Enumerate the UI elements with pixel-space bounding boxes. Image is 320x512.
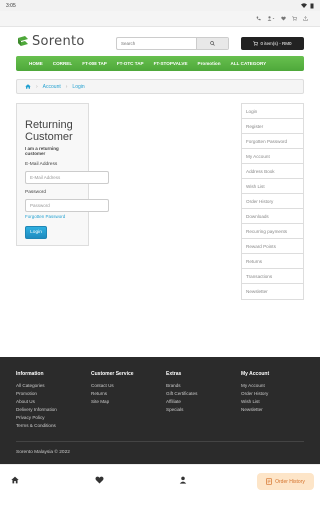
system-nav-bar <box>0 496 320 512</box>
breadcrumb-separator-icon: › <box>65 83 68 90</box>
footer-link[interactable]: Site Map <box>91 398 134 406</box>
order-history-button[interactable]: Order History <box>257 473 314 490</box>
footer-copyright: Sorento Malaysia © 2022 <box>16 450 70 455</box>
battery-icon <box>310 3 314 8</box>
nav-item-correl[interactable]: CORREL <box>48 61 77 66</box>
sidebar-item-address-book[interactable]: Address Book <box>242 164 303 179</box>
heart-icon[interactable] <box>95 476 104 484</box>
footer-link[interactable]: My Account <box>241 382 269 390</box>
breadcrumb-separator-icon: › <box>36 83 38 90</box>
search-box <box>116 37 229 50</box>
cart-icon[interactable] <box>292 16 297 21</box>
app-bottom-bar: Order History <box>0 464 320 496</box>
sidebar-item-order-history[interactable]: Order History <box>242 194 303 209</box>
footer-link[interactable]: Privacy Policy <box>16 414 57 422</box>
breadcrumb-login[interactable]: Login <box>72 84 84 90</box>
top-utility-bar <box>0 11 320 27</box>
breadcrumb-account[interactable]: Account <box>43 84 61 90</box>
footer-divider <box>16 441 304 442</box>
home-icon[interactable] <box>25 84 31 89</box>
password-label: Password <box>25 190 47 195</box>
footer-column-my-account: My Account My Account Order History Wish… <box>241 371 269 414</box>
sidebar-item-transactions[interactable]: Transactions <box>242 269 303 284</box>
sidebar-item-forgotten-password[interactable]: Forgotten Password <box>242 134 303 149</box>
cart-icon <box>253 41 259 46</box>
logo-mark-icon <box>18 35 28 46</box>
footer-heading: My Account <box>241 371 270 377</box>
footer-link[interactable]: Gift Certificates <box>166 390 197 398</box>
search-input[interactable] <box>117 38 196 49</box>
status-bar: 3:05 <box>0 0 320 11</box>
nav-item-home[interactable]: HOME <box>24 61 48 66</box>
footer-link[interactable]: All Categories <box>16 382 57 390</box>
site-header: Sorento 0 item(s) - RM0 <box>0 30 320 56</box>
footer-link[interactable]: Newsletter <box>241 406 269 414</box>
footer-link[interactable]: Order History <box>241 390 269 398</box>
logo-text: Sorento <box>32 34 85 49</box>
account-sidebar: Login Register Forgotten Password My Acc… <box>241 103 304 300</box>
nav-item-ft-otc-tap[interactable]: FT-OTC TAP <box>112 61 149 66</box>
sidebar-item-recurring-payments[interactable]: Recurring payments <box>242 224 303 239</box>
footer-heading: Customer Service <box>91 371 134 377</box>
cart-button[interactable]: 0 item(s) - RM0 <box>241 37 304 50</box>
cart-label: 0 item(s) - RM0 <box>260 41 292 46</box>
footer-link[interactable]: Affiliate <box>166 398 197 406</box>
user-icon[interactable] <box>179 476 187 484</box>
order-history-label: Order History <box>275 478 305 485</box>
sidebar-item-downloads[interactable]: Downloads <box>242 209 303 224</box>
nav-item-ft-stopvalve[interactable]: FT-STOPVALVE <box>149 61 193 66</box>
receipt-icon <box>266 478 272 485</box>
footer-column-information: Information All Categories Promotion Abo… <box>16 371 57 430</box>
share-icon[interactable] <box>303 16 308 21</box>
footer-link[interactable]: Contact Us <box>91 382 134 390</box>
login-subtitle: I am a returning customer <box>25 146 59 156</box>
breadcrumb: › Account › Login <box>16 79 304 94</box>
footer-column-extras: Extras Brands Gift Certificates Affiliat… <box>166 371 197 414</box>
email-field[interactable]: E-Mail Address <box>25 171 109 184</box>
footer-column-customer-service: Customer Service Contact Us Returns Site… <box>91 371 134 406</box>
home-icon[interactable] <box>11 476 19 484</box>
nav-item-all-category[interactable]: ALL CATEGORY <box>226 61 272 66</box>
login-title: Returning Customer <box>25 119 73 143</box>
footer-heading: Extras <box>166 371 182 377</box>
footer-link[interactable]: Terms & Conditions <box>16 422 57 430</box>
nav-item-ft-008-tap[interactable]: FT-008 TAP <box>77 61 112 66</box>
search-button[interactable] <box>196 38 228 49</box>
status-time: 3:05 <box>6 2 16 9</box>
password-field[interactable]: Password <box>25 199 109 212</box>
search-icon <box>210 41 215 46</box>
user-icon[interactable] <box>267 16 275 21</box>
returning-customer-panel: Returning Customer I am a returning cust… <box>16 103 109 246</box>
sidebar-item-newsletter[interactable]: Newsletter <box>242 284 303 299</box>
footer-link[interactable]: Brands <box>166 382 197 390</box>
sidebar-item-returns[interactable]: Returns <box>242 254 303 269</box>
footer-link[interactable]: Returns <box>91 390 134 398</box>
login-button[interactable]: Login <box>25 226 47 239</box>
footer-link[interactable]: Specials <box>166 406 197 414</box>
sidebar-item-wish-list[interactable]: Wish List <box>242 179 303 194</box>
footer-link[interactable]: Promotion <box>16 390 57 398</box>
heart-icon[interactable] <box>281 16 286 21</box>
sidebar-item-my-account[interactable]: My Account <box>242 149 303 164</box>
footer-link[interactable]: About Us <box>16 398 57 406</box>
forgotten-password-link[interactable]: Forgotten Password <box>25 214 80 219</box>
footer-link[interactable]: Wish List <box>241 398 269 406</box>
footer-link[interactable]: Delivery Information <box>16 406 57 414</box>
sidebar-item-register[interactable]: Register <box>242 119 303 134</box>
wifi-icon <box>301 3 307 8</box>
phone-icon[interactable] <box>256 16 261 21</box>
footer-heading: Information <box>16 371 44 377</box>
sidebar-item-login[interactable]: Login <box>242 104 303 119</box>
site-logo[interactable]: Sorento <box>16 34 85 49</box>
status-icons <box>301 3 314 9</box>
site-footer: Information All Categories Promotion Abo… <box>0 357 320 464</box>
nav-item-promotion[interactable]: Promotion <box>193 61 226 66</box>
main-nav: HOME CORREL FT-008 TAP FT-OTC TAP FT-STO… <box>16 56 304 71</box>
email-label: E-Mail Address <box>25 162 58 167</box>
sidebar-item-reward-points[interactable]: Reward Points <box>242 239 303 254</box>
